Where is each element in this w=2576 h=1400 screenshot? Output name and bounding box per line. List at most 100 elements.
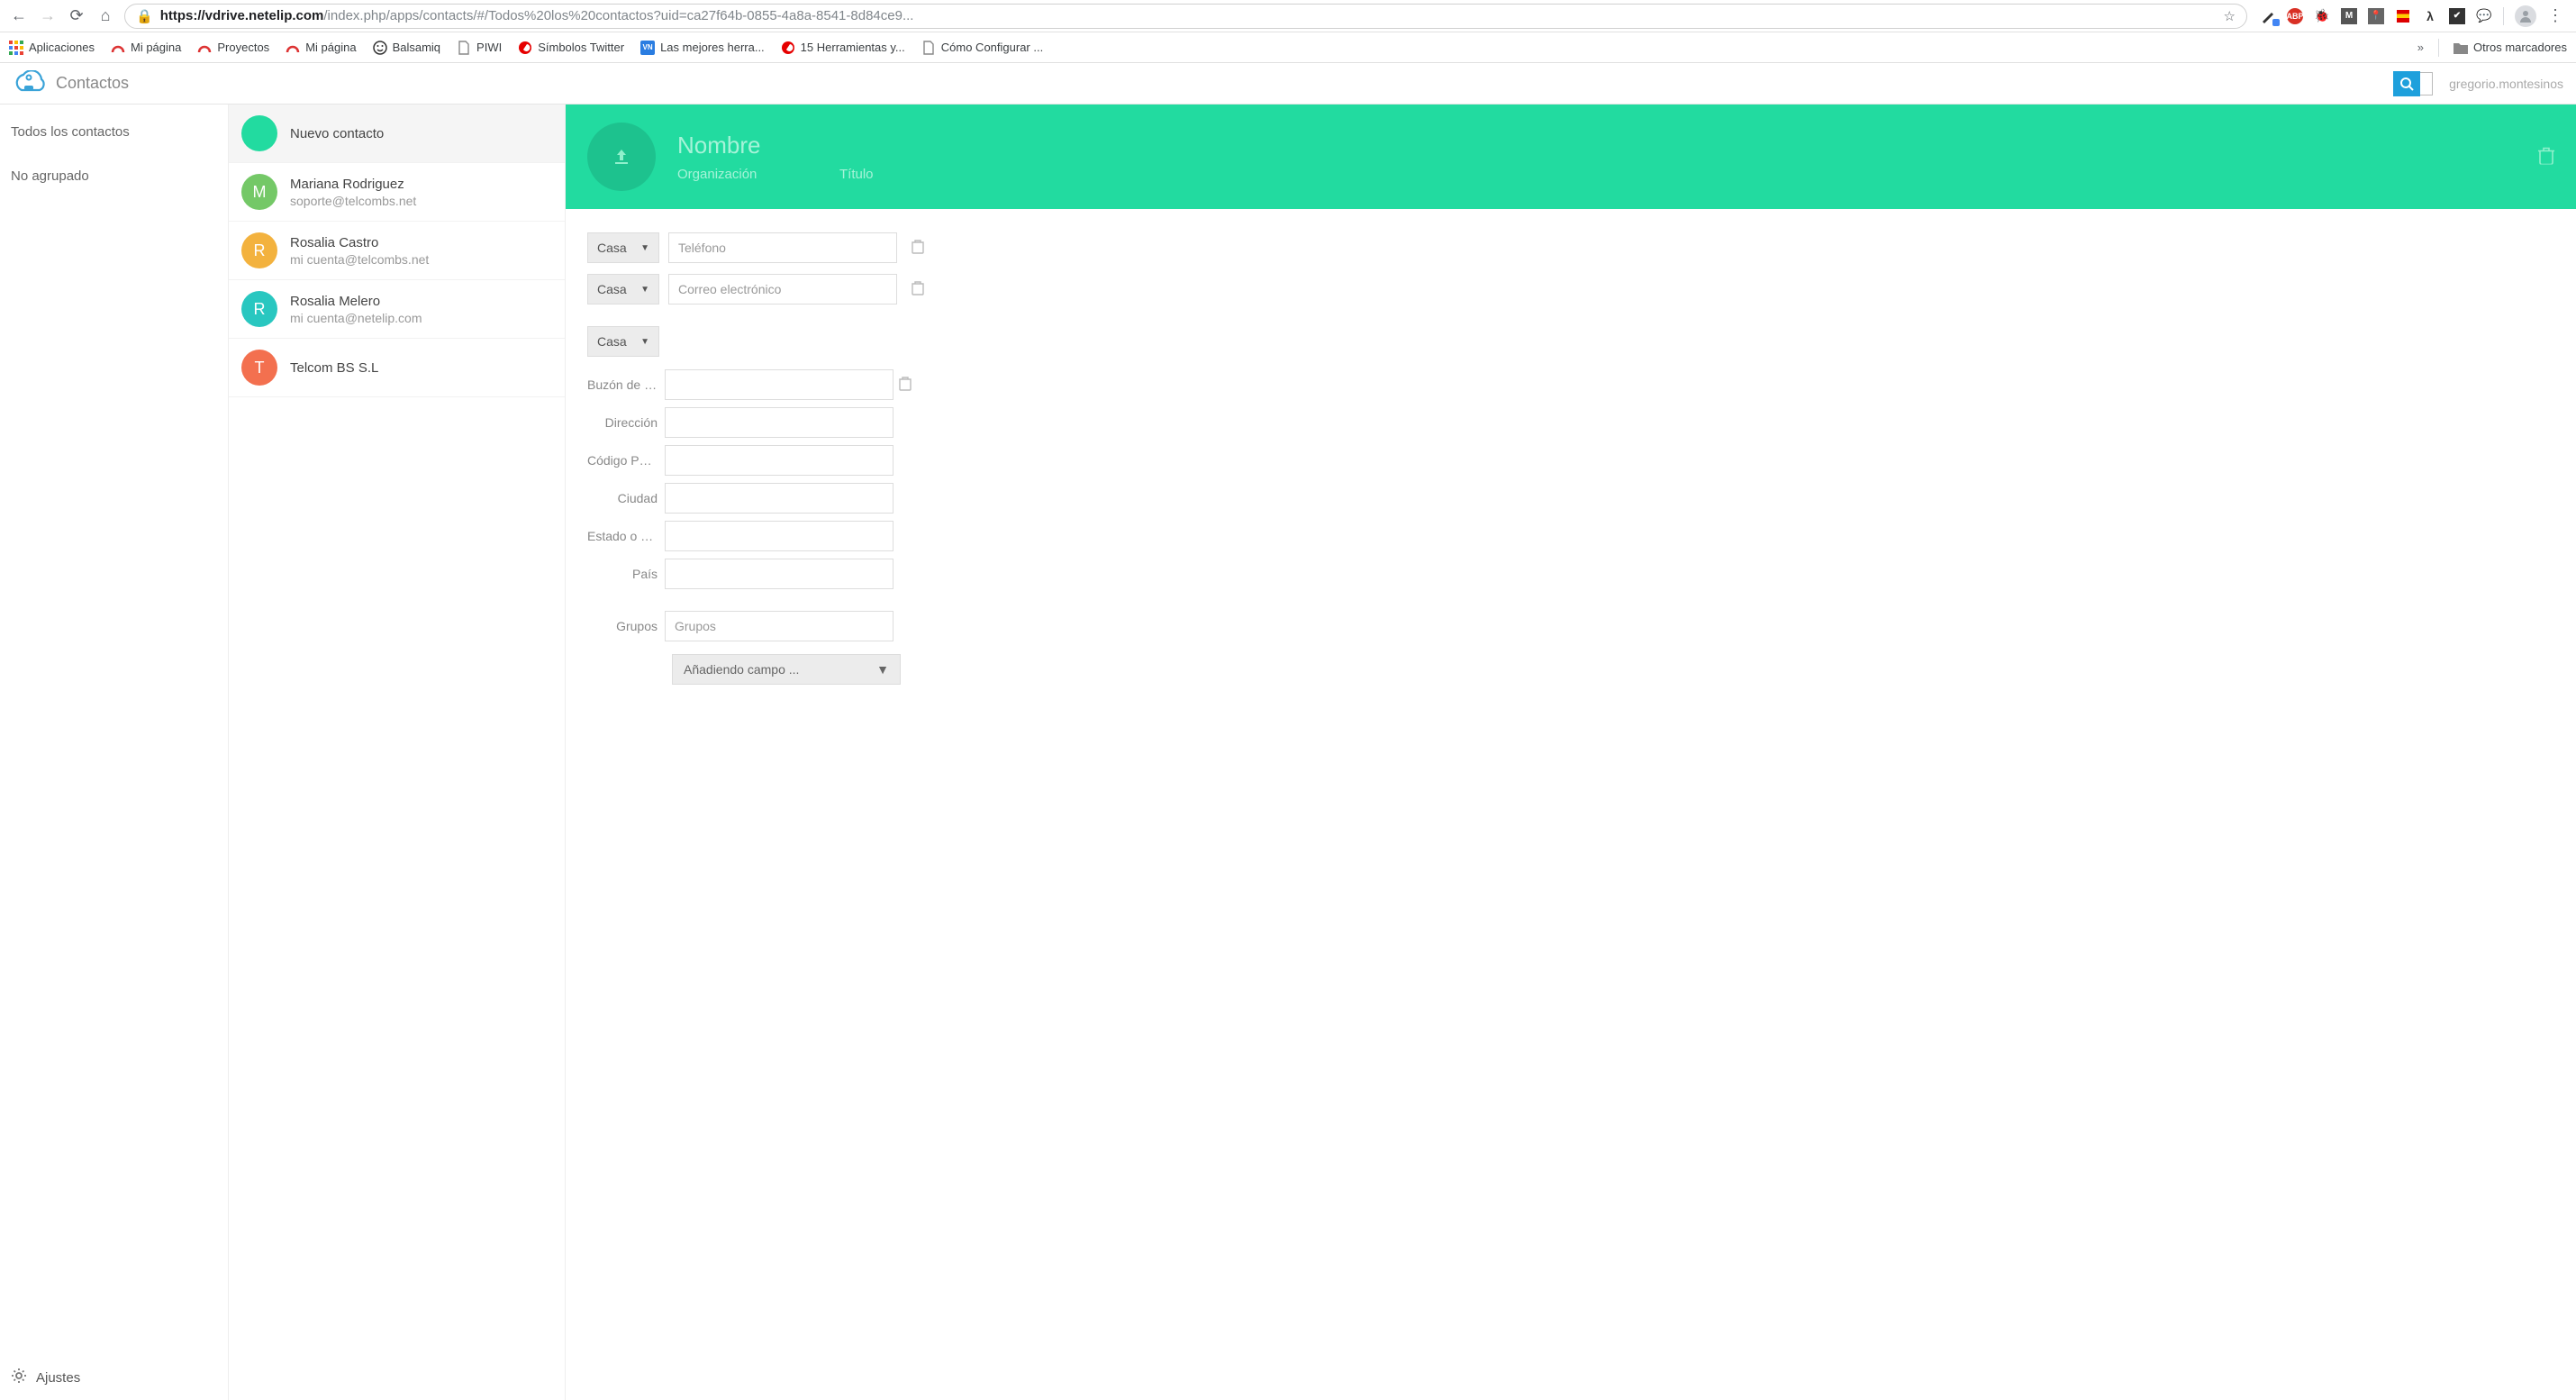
detail-header (566, 105, 2576, 209)
new-contact-row[interactable]: Nuevo contacto (229, 105, 565, 163)
settings-button[interactable]: Ajustes (0, 1355, 228, 1400)
bookmark-label: 15 Herramientas y... (801, 41, 905, 54)
country-input[interactable] (665, 559, 893, 589)
country-label: País (587, 567, 665, 581)
bookmark-label: Mi página (131, 41, 181, 54)
add-field-select[interactable]: Añadiendo campo ... ▼ (672, 654, 901, 685)
title-input[interactable] (839, 167, 930, 182)
bookmark-label: Las mejores herra... (660, 41, 765, 54)
phone-type-select[interactable]: Casa ▼ (587, 232, 659, 263)
contact-row[interactable]: RRosalia Meleromi cuenta@netelip.com (229, 280, 565, 339)
bookmark-item[interactable]: Balsamiq (373, 41, 440, 55)
contact-avatar (241, 115, 277, 151)
email-input[interactable] (668, 274, 897, 305)
postal-input[interactable] (665, 445, 893, 476)
smiley-icon (373, 41, 387, 55)
delete-email-button[interactable] (912, 281, 924, 298)
contact-row[interactable]: TTelcom BS S.L (229, 339, 565, 397)
email-type-label: Casa (597, 282, 627, 296)
bookmark-item[interactable]: Mi página (286, 41, 356, 55)
bookmarks-divider (2438, 39, 2439, 57)
browser-toolbar: ← → ⟳ ⌂ 🔒 https://vdrive.netelip.com/ind… (0, 0, 2576, 32)
bookmarks-overflow[interactable]: » (2417, 41, 2424, 54)
extension-icons: ABP 🐞 M 📍 λ ✔ 💬 ⋮ (2256, 5, 2567, 27)
contact-avatar: R (241, 232, 277, 268)
email-type-select[interactable]: Casa ▼ (587, 274, 659, 305)
groups-input[interactable] (665, 611, 893, 641)
contact-name: Rosalia Melero (290, 294, 422, 309)
arc-icon (286, 41, 300, 55)
star-icon[interactable]: ☆ (2224, 8, 2236, 24)
bookmark-item[interactable]: PIWI (457, 41, 502, 55)
other-bookmarks[interactable]: Otros marcadores (2454, 41, 2567, 55)
reload-button[interactable]: ⟳ (67, 6, 86, 26)
bookmark-item[interactable]: Símbolos Twitter (518, 41, 624, 55)
bookmark-item[interactable]: Mi página (111, 41, 181, 55)
address-input[interactable] (665, 407, 893, 438)
bookmark-label: Balsamiq (393, 41, 440, 54)
delete-phone-button[interactable] (912, 240, 924, 257)
ext-m-icon[interactable]: M (2341, 8, 2357, 24)
contact-row[interactable]: RRosalia Castromi cuenta@telcombs.net (229, 222, 565, 280)
folder-icon (2454, 41, 2468, 55)
bookmark-label: Cómo Configurar ... (941, 41, 1043, 54)
state-input[interactable] (665, 521, 893, 551)
browser-menu-button[interactable]: ⋮ (2547, 6, 2563, 25)
search-control[interactable] (2393, 71, 2433, 96)
profile-avatar[interactable] (2515, 5, 2536, 27)
ext-check-icon[interactable]: ✔ (2449, 8, 2465, 24)
home-button[interactable]: ⌂ (95, 6, 115, 26)
bookmark-item[interactable]: 15 Herramientas y... (781, 41, 905, 55)
name-input[interactable] (677, 132, 948, 159)
username-label[interactable]: gregorio.montesinos (2449, 77, 2563, 91)
ext-pin-icon[interactable]: 📍 (2368, 8, 2384, 24)
settings-label: Ajustes (36, 1370, 80, 1386)
email-row: Casa ▼ (587, 274, 2554, 305)
pobox-label: Buzón de c... (587, 377, 665, 392)
group-item[interactable]: Todos los contactos (0, 117, 228, 147)
bookmark-item[interactable]: Cómo Configurar ... (921, 41, 1043, 55)
chevron-down-icon: ▼ (876, 662, 889, 677)
ext-pen-icon[interactable] (2260, 8, 2276, 24)
ext-bug-icon[interactable]: 🐞 (2314, 8, 2330, 24)
group-item[interactable]: No agrupado (0, 161, 228, 191)
bookmark-label: Símbolos Twitter (538, 41, 624, 54)
pobox-input[interactable] (665, 369, 893, 400)
ext-abp-icon[interactable]: ABP (2287, 8, 2303, 24)
ext-flag-icon[interactable] (2395, 8, 2411, 24)
organization-input[interactable] (677, 167, 785, 182)
bookmark-item[interactable]: Proyectos (197, 41, 269, 55)
groups-sidebar: Todos los contactos No agrupado Ajustes (0, 105, 229, 1400)
search-icon[interactable] (2393, 71, 2420, 96)
city-input[interactable] (665, 483, 893, 514)
app-logo[interactable] (13, 70, 45, 97)
main-layout: Todos los contactos No agrupado Ajustes N… (0, 105, 2576, 1400)
groups-row: Grupos (587, 611, 2554, 641)
address-label: Dirección (587, 415, 665, 430)
other-bookmarks-label: Otros marcadores (2473, 41, 2567, 54)
url-bar[interactable]: 🔒 https://vdrive.netelip.com/index.php/a… (124, 4, 2247, 29)
ext-chat-icon[interactable]: 💬 (2476, 8, 2492, 24)
back-button[interactable]: ← (9, 6, 29, 26)
contact-row[interactable]: MMariana Rodriguezsoporte@telcombs.net (229, 163, 565, 222)
address-type-select[interactable]: Casa ▼ (587, 326, 659, 357)
delete-contact-button[interactable] (2538, 147, 2554, 168)
ext-lambda-icon[interactable]: λ (2422, 8, 2438, 24)
bookmark-item[interactable]: VNLas mejores herra... (640, 41, 765, 55)
state-label: Estado o pr... (587, 529, 665, 543)
gear-icon (11, 1368, 27, 1387)
upload-avatar-button[interactable] (587, 123, 656, 191)
doc-icon (921, 41, 936, 55)
add-field-label: Añadiendo campo ... (684, 662, 799, 677)
contact-name: Rosalia Castro (290, 235, 429, 250)
groups-label: Grupos (587, 619, 665, 633)
url-text: https://vdrive.netelip.com/index.php/app… (160, 8, 2217, 23)
forward-button[interactable]: → (38, 6, 58, 26)
contact-avatar: T (241, 350, 277, 386)
delete-address-button[interactable] (899, 377, 912, 394)
city-label: Ciudad (587, 491, 665, 505)
bookmark-item[interactable]: Aplicaciones (9, 41, 95, 55)
detail-body: Casa ▼ Casa ▼ (566, 209, 2576, 708)
contact-name: Mariana Rodriguez (290, 177, 416, 192)
phone-input[interactable] (668, 232, 897, 263)
